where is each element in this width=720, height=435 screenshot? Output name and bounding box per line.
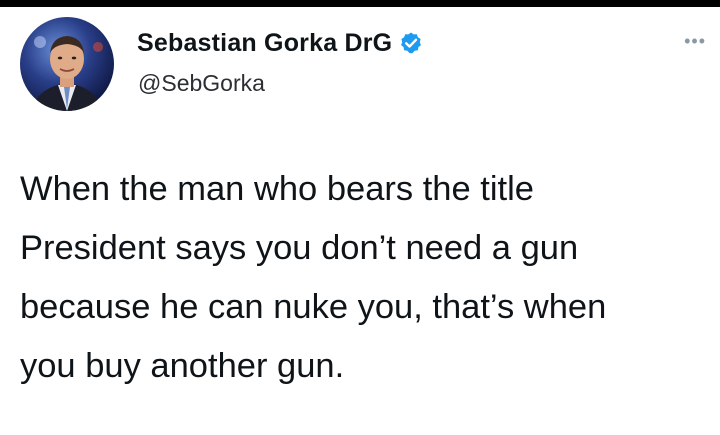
tweet-text-line: When the man who bears the title <box>20 170 534 208</box>
tweet-text: When the man who bears the title Preside… <box>20 160 710 396</box>
tweet-text-line: because he can nuke you, that’s when <box>20 288 607 326</box>
tweet-text-line: you buy another gun. <box>20 347 345 385</box>
author-name-row[interactable]: Sebastian Gorka DrG <box>137 28 423 58</box>
tweet-text-line: President says you don’t need a gun <box>20 229 579 267</box>
more-horizontal-icon[interactable]: ••• <box>684 32 706 50</box>
top-border <box>0 0 720 7</box>
author-avatar[interactable] <box>20 17 114 111</box>
tweet-screenshot: Sebastian Gorka DrG @SebGorka ••• When t… <box>0 0 720 435</box>
verified-badge-icon <box>399 31 423 55</box>
profile-photo-icon <box>20 17 114 111</box>
author-handle[interactable]: @SebGorka <box>138 70 265 97</box>
author-display-name[interactable]: Sebastian Gorka DrG <box>137 29 392 58</box>
